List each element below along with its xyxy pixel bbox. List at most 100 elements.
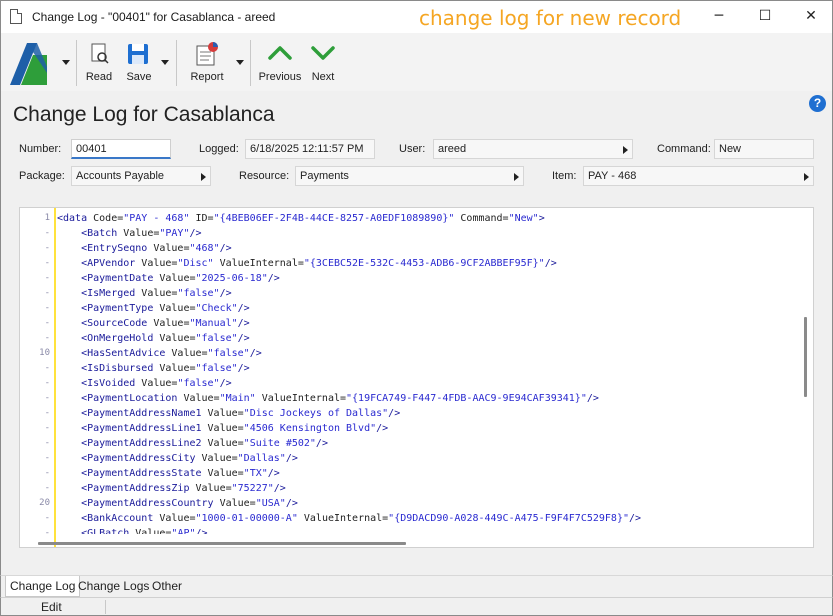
line-number: 20 xyxy=(39,498,50,508)
previous-button[interactable]: Previous xyxy=(257,39,303,89)
line-number: - xyxy=(44,243,50,253)
read-button[interactable]: Read xyxy=(83,39,115,89)
xml-attribute: Value= xyxy=(153,273,196,284)
xml-tag-close: /> xyxy=(544,258,557,269)
code-line: <PaymentAddressLine2 Value="Suite #502"/… xyxy=(57,436,328,451)
user-lookup-arrow-icon[interactable] xyxy=(623,146,628,154)
status-mode: Edit xyxy=(41,600,62,614)
report-dropdown-arrow-icon[interactable] xyxy=(236,60,244,65)
xml-tag-close: /> xyxy=(629,513,642,524)
xml-code-viewer[interactable]: 1- - - - - - - -10- - - - - - - - -20- - - <data Code="PA… xyxy=(19,207,814,548)
read-icon xyxy=(91,43,109,64)
command-field: New xyxy=(714,139,814,159)
code-line: <PaymentAddressCity Value="Dallas"/> xyxy=(57,451,298,466)
xml-attribute-value: "false" xyxy=(177,288,220,299)
xml-attribute: Value= xyxy=(189,483,232,494)
xml-attribute-value: "false" xyxy=(207,348,250,359)
xml-tag: <PaymentAddressState xyxy=(81,468,202,479)
xml-attribute-value: "4506 Kensington Blvd" xyxy=(243,423,377,434)
item-lookup-arrow-icon[interactable] xyxy=(804,173,809,181)
xml-attribute-value: "{3CEBC52E-532C-4453-ADB6-9CF2ABBEF95F}" xyxy=(303,258,545,269)
resource-field-value: Payments xyxy=(300,170,349,182)
code-line: <EntrySeqno Value="468"/> xyxy=(57,241,232,256)
xml-tag: <IsVoided xyxy=(81,378,136,389)
number-field[interactable]: 00401 xyxy=(71,139,171,159)
xml-tag: <PaymentAddressLine1 xyxy=(81,423,202,434)
xml-attribute: Value= xyxy=(195,453,238,464)
minimize-button[interactable]: ─ xyxy=(696,1,742,33)
user-field[interactable]: areed xyxy=(433,139,633,159)
xml-tag: <IsMerged xyxy=(81,288,136,299)
xml-tag-close: /> xyxy=(195,528,208,534)
xml-attribute-value: "false" xyxy=(195,363,238,374)
save-dropdown-arrow-icon[interactable] xyxy=(161,60,169,65)
toolbar-separator xyxy=(250,40,251,86)
xml-attribute: Value= xyxy=(201,468,244,479)
code-content: <data Code="PAY - 468" ID="{4BEB06EF-2F4… xyxy=(57,208,799,534)
code-line: <PaymentAddressName1 Value="Disc Jockeys… xyxy=(57,406,400,421)
app-logo-button[interactable] xyxy=(7,41,51,87)
report-button[interactable]: Report xyxy=(187,39,227,89)
code-line: <APVendor Value="Disc" ValueInternal="{3… xyxy=(57,256,557,271)
xml-tag: <HasSentAdvice xyxy=(81,348,166,359)
logo-dropdown-arrow-icon[interactable] xyxy=(62,60,70,65)
code-line: <IsVoided Value="false"/> xyxy=(57,376,232,391)
package-lookup-arrow-icon[interactable] xyxy=(201,173,206,181)
package-field-value: Accounts Payable xyxy=(76,170,165,182)
resource-lookup-arrow-icon[interactable] xyxy=(514,173,519,181)
xml-tag: <PaymentDate xyxy=(81,273,154,284)
command-label: Command: xyxy=(657,143,711,155)
line-number: - xyxy=(44,513,50,523)
help-icon[interactable]: ? xyxy=(809,95,826,112)
xml-tag: <Batch xyxy=(81,228,118,239)
save-button[interactable]: Save xyxy=(121,39,157,89)
xml-tag-close: /> xyxy=(237,318,250,329)
code-line: <BankAccount Value="1000-01-00000-A" Val… xyxy=(57,511,641,526)
horizontal-scrollbar[interactable] xyxy=(38,542,406,545)
xml-tag-close: /> xyxy=(273,483,286,494)
line-number: 1 xyxy=(44,213,50,223)
status-separator xyxy=(105,600,106,614)
xml-tag-close: /> xyxy=(237,303,250,314)
maximize-button[interactable]: ☐ xyxy=(742,1,788,33)
vertical-scrollbar[interactable] xyxy=(804,317,807,397)
logged-label: Logged: xyxy=(199,143,239,155)
item-field[interactable]: PAY - 468 xyxy=(583,166,814,186)
close-button[interactable]: ✕ xyxy=(788,1,833,33)
xml-tag: <PaymentAddressName1 xyxy=(81,408,202,419)
save-icon xyxy=(128,44,148,64)
xml-tag-close: /> xyxy=(315,438,328,449)
user-field-value: areed xyxy=(438,143,467,155)
line-number: - xyxy=(44,453,50,463)
read-button-label: Read xyxy=(85,71,113,83)
resource-field[interactable]: Payments xyxy=(295,166,524,186)
xml-tag: <EntrySeqno xyxy=(81,243,148,254)
tab-change-log[interactable]: Change Log xyxy=(5,576,81,597)
next-button[interactable]: Next xyxy=(304,39,342,89)
xml-attribute: Value= xyxy=(135,288,178,299)
code-line: <PaymentAddressCountry Value="USA"/> xyxy=(57,496,298,511)
tab-change-logs[interactable]: Change Logs xyxy=(74,576,153,597)
xml-attribute: Value= xyxy=(129,528,172,534)
xml-tag-close: /> xyxy=(219,378,232,389)
code-line: <IsDisbursed Value="false"/> xyxy=(57,361,250,376)
line-number: - xyxy=(44,378,50,388)
package-field[interactable]: Accounts Payable xyxy=(71,166,211,186)
code-line: <IsMerged Value="false"/> xyxy=(57,286,232,301)
toolbar-separator xyxy=(76,40,77,86)
tab-other[interactable]: Other xyxy=(148,576,186,597)
xml-attribute: Value= xyxy=(213,498,256,509)
code-line: <PaymentLocation Value="Main" ValueInter… xyxy=(57,391,599,406)
main-content: Change Log for Casablanca ? Number: 0040… xyxy=(0,91,833,575)
line-number: 10 xyxy=(39,348,50,358)
line-number: - xyxy=(44,483,50,493)
xml-attribute: Value= xyxy=(147,243,190,254)
